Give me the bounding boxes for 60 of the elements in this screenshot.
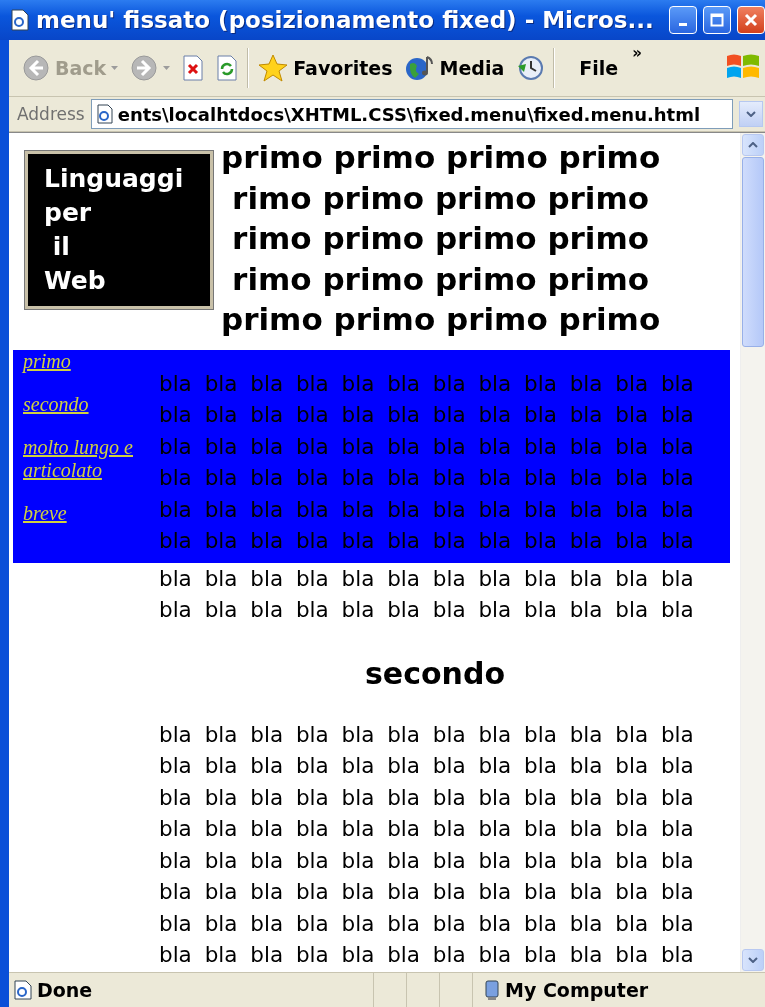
body-text-line: bla bla bla bla bla bla bla bla bla bla bla bla — [159, 401, 694, 429]
minimize-icon — [679, 22, 687, 26]
toolbar-overflow[interactable]: » — [632, 44, 642, 62]
window-title: menu' fissato (posizionamento fixed) - Micros... — [36, 7, 655, 33]
body-text-line: bla bla bla bla bla bla bla bla bla bla bla bla — [159, 464, 694, 492]
status-zone: My Computer — [505, 979, 649, 1001]
heading-line: primo primo primo primo — [221, 138, 661, 177]
menu-link[interactable]: primo — [23, 349, 159, 373]
status-text: Done — [37, 979, 93, 1001]
globe-note-icon — [404, 54, 435, 82]
star-icon — [258, 54, 289, 82]
maximize-icon — [710, 13, 724, 27]
menu-link[interactable]: secondo — [23, 392, 159, 416]
page-icon — [13, 980, 33, 1000]
body-text-line: bla bla bla bla bla bla bla bla bla bla bla bla — [159, 720, 695, 749]
page-refresh-icon — [216, 55, 239, 81]
menu-link[interactable]: breve — [23, 501, 159, 525]
body-text-line: bla bla bla bla bla bla bla bla bla bla bla bla — [159, 564, 695, 593]
body-text-line: bla bla bla bla bla bla bla bla bla bla bla bla — [159, 783, 695, 812]
close-button[interactable] — [737, 6, 765, 34]
address-label: Address — [17, 104, 85, 124]
dropdown-button[interactable] — [739, 101, 763, 127]
body-text-line: bla bla bla bla bla bla bla bla bla bla bla bla — [159, 369, 694, 398]
address-field[interactable]: ents\localhtdocs\XHTML.CSS\fixed.menu\fixed.menu.html — [90, 99, 733, 129]
logo-box: Linguaggi per il Web — [25, 151, 213, 309]
heading-line: rimo primo primo primo — [232, 219, 650, 258]
media-button[interactable]: Media — [401, 52, 508, 84]
body-text-line: bla bla bla bla bla bla bla bla bla bla bla bla — [159, 941, 695, 969]
close-icon — [744, 13, 758, 27]
chevron-down-icon — [746, 111, 756, 117]
body-text-line: bla bla bla bla bla bla bla bla bla bla bla bla — [159, 815, 695, 843]
page-x-icon — [182, 55, 205, 81]
caret-icon — [163, 66, 171, 70]
menu-link[interactable]: molto lungo e articolato — [23, 435, 159, 482]
scroll-up-button[interactable] — [742, 134, 764, 156]
chevron-down-icon — [748, 957, 758, 963]
favorites-button[interactable]: Favorites — [255, 52, 396, 84]
page-icon — [95, 104, 114, 124]
heading-line: rimo primo primo primo — [232, 178, 650, 218]
body-text-line: bla bla bla bla bla bla bla bla bla bla bla bla — [159, 527, 694, 555]
scroll-down-button[interactable] — [742, 949, 764, 971]
body-text-line: bla bla bla bla bla bla bla bla bla bla bla bla — [159, 878, 695, 906]
body-text-line: bla bla bla bla bla bla bla bla bla bla bla bla — [159, 495, 694, 524]
page-icon — [10, 9, 30, 31]
computer-icon — [483, 979, 501, 1001]
scroll-thumb[interactable] — [742, 157, 764, 347]
minimize-button[interactable] — [669, 6, 697, 34]
heading-line: primo primo primo primo — [221, 300, 661, 339]
chevron-up-icon — [748, 142, 758, 148]
body-text-line: bla bla bla bla bla bla bla bla bla bla bla bla — [159, 596, 695, 624]
vertical-scrollbar[interactable] — [740, 133, 765, 972]
caret-icon — [111, 66, 119, 70]
body-text-line: bla bla bla bla bla bla bla bla bla bla bla bla — [159, 752, 695, 780]
maximize-button[interactable] — [703, 6, 731, 34]
body-text-line: bla bla bla bla bla bla bla bla bla bla bla bla — [159, 846, 695, 875]
file-menu[interactable]: File — [571, 55, 627, 81]
body-text-line: bla bla bla bla bla bla bla bla bla bla bla bla — [159, 432, 694, 461]
section-heading: secondo — [363, 655, 506, 691]
heading-line: rimo primo primo primo — [232, 259, 650, 299]
body-text-line: bla bla bla bla bla bla bla bla bla bla bla bla — [159, 909, 695, 938]
